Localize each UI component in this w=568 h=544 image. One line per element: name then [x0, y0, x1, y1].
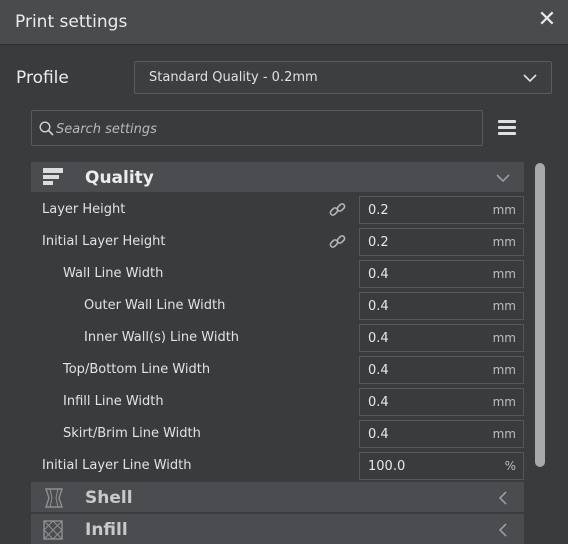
setting-row-skirt-brim-line-width: Skirt/Brim Line Width 0.4 mm	[31, 418, 524, 450]
infill-icon	[43, 520, 63, 540]
top-bottom-line-width-input[interactable]: 0.4 mm	[359, 356, 524, 384]
field-value: 0.4	[368, 363, 389, 378]
outer-wall-line-width-input[interactable]: 0.4 mm	[359, 292, 524, 320]
setting-row-initial-layer-line-width: Initial Layer Line Width 100.0 %	[31, 450, 524, 482]
infill-line-width-input[interactable]: 0.4 mm	[359, 388, 524, 416]
setting-label: Wall Line Width	[63, 266, 164, 281]
close-icon[interactable]: ✕	[536, 9, 558, 31]
inner-wall-line-width-input[interactable]: 0.4 mm	[359, 324, 524, 352]
category-quality[interactable]: Quality	[31, 162, 524, 192]
search-input[interactable]: Search settings	[31, 110, 483, 146]
setting-label: Initial Layer Line Width	[42, 458, 192, 473]
setting-label: Initial Layer Height	[42, 234, 166, 249]
setting-row-outer-wall-line-width: Outer Wall Line Width 0.4 mm	[31, 290, 524, 322]
skirt-brim-line-width-input[interactable]: 0.4 mm	[359, 420, 524, 448]
category-infill[interactable]: Infill	[31, 514, 524, 544]
link-icon[interactable]	[329, 201, 347, 219]
setting-row-wall-line-width: Wall Line Width 0.4 mm	[31, 258, 524, 290]
settings-panel: Quality Layer Height 0.2 mm Initial Laye…	[31, 162, 525, 544]
profile-dropdown[interactable]: Standard Quality - 0.2mm	[134, 61, 552, 94]
field-unit: mm	[492, 363, 516, 377]
shell-icon	[45, 488, 63, 508]
field-unit: mm	[492, 299, 516, 313]
setting-row-inner-wall-line-width: Inner Wall(s) Line Width 0.4 mm	[31, 322, 524, 354]
setting-label: Inner Wall(s) Line Width	[84, 330, 240, 345]
setting-row-initial-layer-height: Initial Layer Height 0.2 mm	[31, 226, 524, 258]
field-value: 0.4	[368, 427, 389, 442]
category-label: Quality	[85, 168, 154, 188]
setting-label: Infill Line Width	[63, 394, 164, 409]
setting-row-infill-line-width: Infill Line Width 0.4 mm	[31, 386, 524, 418]
field-value: 0.4	[368, 299, 389, 314]
search-placeholder: Search settings	[56, 122, 157, 137]
chevron-left-icon	[498, 491, 507, 505]
window-title: Print settings	[15, 12, 128, 32]
link-icon[interactable]	[329, 233, 347, 251]
field-unit: mm	[492, 203, 516, 217]
initial-layer-line-width-input[interactable]: 100.0 %	[359, 452, 524, 480]
chevron-down-icon	[496, 174, 510, 183]
field-value: 0.4	[368, 267, 389, 282]
search-icon	[39, 121, 54, 136]
category-label: Shell	[85, 488, 133, 508]
setting-label: Skirt/Brim Line Width	[63, 426, 201, 441]
setting-label: Top/Bottom Line Width	[63, 362, 211, 377]
setting-row-top-bottom-line-width: Top/Bottom Line Width 0.4 mm	[31, 354, 524, 386]
setting-row-layer-height: Layer Height 0.2 mm	[31, 194, 524, 226]
scrollbar-thumb[interactable]	[535, 163, 545, 467]
field-unit: mm	[492, 267, 516, 281]
initial-layer-height-input[interactable]: 0.2 mm	[359, 228, 524, 256]
field-value: 0.2	[368, 235, 389, 250]
quality-icon	[43, 168, 63, 185]
layer-height-input[interactable]: 0.2 mm	[359, 196, 524, 224]
field-unit: %	[504, 459, 516, 473]
category-shell[interactable]: Shell	[31, 482, 524, 512]
profile-value: Standard Quality - 0.2mm	[149, 70, 318, 85]
field-unit: mm	[492, 395, 516, 409]
field-unit: mm	[492, 331, 516, 345]
setting-label: Outer Wall Line Width	[84, 298, 226, 313]
field-value: 100.0	[368, 459, 406, 474]
wall-line-width-input[interactable]: 0.4 mm	[359, 260, 524, 288]
chevron-down-icon	[523, 74, 537, 83]
chevron-left-icon	[498, 523, 507, 537]
profile-label: Profile	[16, 68, 69, 88]
title-bar: Print settings ✕	[0, 0, 568, 45]
field-value: 0.4	[368, 395, 389, 410]
field-value: 0.2	[368, 203, 389, 218]
field-unit: mm	[492, 427, 516, 441]
field-value: 0.4	[368, 331, 389, 346]
setting-label: Layer Height	[42, 202, 126, 217]
field-unit: mm	[492, 235, 516, 249]
settings-menu-icon[interactable]	[498, 120, 516, 136]
category-label: Infill	[85, 520, 128, 540]
